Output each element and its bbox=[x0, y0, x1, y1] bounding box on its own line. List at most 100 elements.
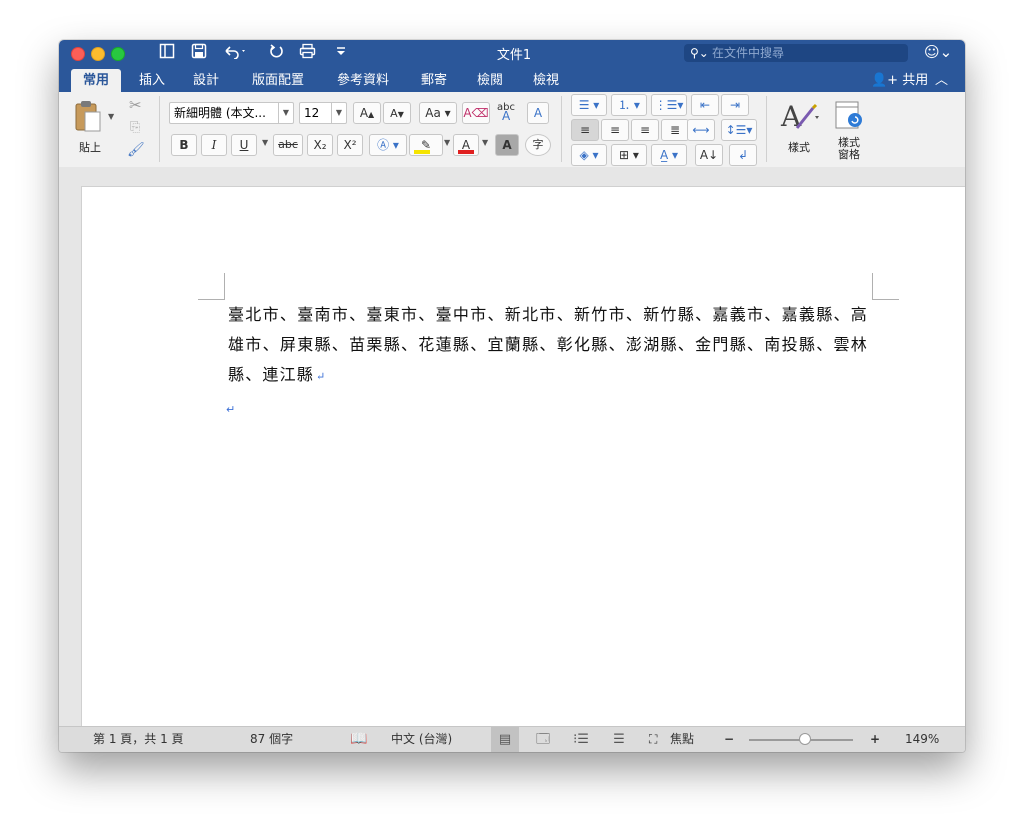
grow-font-button[interactable]: A▲ bbox=[353, 102, 381, 124]
font-size-dropdown[interactable]: 12 ▼ bbox=[299, 102, 347, 124]
customize-toolbar-icon[interactable] bbox=[335, 43, 347, 63]
multilevel-list-button[interactable]: ⋮☰▾ bbox=[651, 94, 687, 116]
tab-view[interactable]: 檢視 bbox=[523, 69, 569, 92]
clear-formatting-icon[interactable]: A⌫ bbox=[462, 102, 490, 124]
paste-options-chevron-icon[interactable]: ▼ bbox=[108, 112, 114, 121]
minimize-window-button[interactable] bbox=[91, 47, 105, 61]
zoom-percentage[interactable]: 149% bbox=[905, 727, 939, 752]
borders-button[interactable]: ⊞ ▾ bbox=[611, 144, 647, 166]
document-paragraph[interactable]: 臺北市、臺南市、臺東市、臺中市、新北市、新竹市、新竹縣、嘉義市、嘉義縣、高雄市、… bbox=[228, 300, 868, 392]
title-bar: 文件1 ⚲⌄ 在文件中搜尋 ☺⌄ 常用 插入 設計 版面配置 參考資料 郵寄 檢… bbox=[59, 40, 965, 92]
print-layout-view-icon[interactable]: ▤ bbox=[491, 727, 519, 752]
decrease-indent-button[interactable]: ⇤ bbox=[691, 94, 719, 116]
character-border-button[interactable]: A bbox=[527, 102, 549, 124]
superscript-button[interactable]: X² bbox=[337, 134, 363, 156]
document-title: 文件1 bbox=[496, 48, 532, 63]
styles-pane-button[interactable] bbox=[833, 100, 865, 132]
word-count[interactable]: 87 個字 bbox=[250, 727, 293, 752]
highlight-color-button[interactable]: ✎ bbox=[409, 134, 443, 156]
print-icon[interactable] bbox=[299, 43, 316, 63]
margin-crop-mark bbox=[872, 273, 899, 300]
search-box[interactable]: ⚲⌄ 在文件中搜尋 bbox=[684, 44, 908, 62]
redo-icon[interactable] bbox=[268, 43, 284, 63]
justify-button[interactable]: ≣ bbox=[661, 119, 689, 141]
underline-options-chevron-icon[interactable]: ▼ bbox=[262, 138, 268, 147]
align-center-button[interactable]: ≡ bbox=[601, 119, 629, 141]
save-icon[interactable] bbox=[191, 43, 207, 63]
share-label: 共用 bbox=[902, 73, 929, 88]
strikethrough-button[interactable]: abc bbox=[273, 134, 303, 156]
font-color-chevron-icon[interactable]: ▼ bbox=[482, 138, 488, 147]
web-layout-view-icon[interactable]: 🗔 bbox=[529, 727, 557, 752]
styles-label: 樣式 bbox=[788, 141, 810, 154]
sidebar-toggle-icon[interactable] bbox=[159, 43, 175, 63]
tab-design[interactable]: 設計 bbox=[183, 69, 229, 92]
format-painter-icon[interactable]: 🖌 bbox=[127, 142, 145, 158]
underline-button[interactable]: U bbox=[231, 134, 257, 156]
styles-pane-label: 樣式 窗格 bbox=[831, 137, 867, 161]
tab-layout[interactable]: 版面配置 bbox=[240, 69, 316, 92]
ribbon-home: ▼ 貼上 ✂ ⎘ 🖌 新細明體 (本文... ▼ 12 ▼ A▲ A▼ Aa ▾… bbox=[59, 92, 965, 168]
paste-button[interactable] bbox=[73, 98, 103, 134]
font-name-dropdown[interactable]: 新細明體 (本文... ▼ bbox=[169, 102, 294, 124]
focus-mode-label[interactable]: 焦點 bbox=[670, 727, 694, 752]
document-canvas: 臺北市、臺南市、臺東市、臺中市、新北市、新竹市、新竹縣、嘉義市、嘉義縣、高雄市、… bbox=[59, 167, 965, 727]
zoom-out-button[interactable]: − bbox=[724, 727, 734, 752]
line-spacing-button[interactable]: ↕☰▾ bbox=[721, 119, 757, 141]
shading-button[interactable]: ◈ ▾ bbox=[571, 144, 607, 166]
page-count[interactable]: 第 1 頁，共 1 頁 bbox=[93, 727, 184, 752]
collapse-ribbon-chevron-icon[interactable]: ︿ bbox=[935, 69, 948, 92]
proofing-icon[interactable]: 📖 bbox=[350, 727, 367, 752]
align-right-button[interactable]: ≡ bbox=[631, 119, 659, 141]
font-name-value: 新細明體 (本文... bbox=[174, 106, 266, 120]
shrink-font-button[interactable]: A▼ bbox=[383, 102, 411, 124]
copy-icon[interactable]: ⎘ bbox=[130, 120, 140, 135]
enclose-characters-button[interactable]: 字 bbox=[525, 134, 551, 156]
show-marks-button[interactable]: ↲ bbox=[729, 144, 757, 166]
phonetic-abc-icon[interactable]: abc A bbox=[497, 102, 515, 127]
italic-button[interactable]: I bbox=[201, 134, 227, 156]
focus-mode-icon[interactable]: ⛶ bbox=[649, 727, 657, 752]
chevron-down-icon: ▼ bbox=[331, 103, 346, 123]
feedback-smiley-icon[interactable]: ☺⌄ bbox=[924, 43, 952, 61]
styles-gallery-button[interactable]: A bbox=[779, 98, 819, 134]
language-indicator[interactable]: 中文 (台灣) bbox=[391, 727, 452, 752]
outline-view-icon[interactable]: ⁝☰ bbox=[567, 727, 595, 752]
subscript-button[interactable]: X₂ bbox=[307, 134, 333, 156]
distributed-button[interactable]: ⟷ bbox=[687, 119, 715, 141]
cut-icon[interactable]: ✂ bbox=[129, 96, 142, 114]
ribbon-separator bbox=[766, 96, 767, 162]
tab-home[interactable]: 常用 bbox=[71, 69, 121, 92]
numbering-button[interactable]: ⒈ ▾ bbox=[611, 94, 647, 116]
bold-button[interactable]: B bbox=[171, 134, 197, 156]
empty-paragraph-mark-icon[interactable]: ↵ bbox=[226, 403, 235, 416]
highlight-color-swatch bbox=[414, 150, 430, 154]
share-button[interactable]: 👤+ 共用 bbox=[871, 69, 928, 92]
zoom-in-button[interactable]: + bbox=[870, 727, 880, 752]
paste-label: 貼上 bbox=[79, 141, 101, 154]
sort-button[interactable]: A↓ bbox=[695, 144, 723, 166]
tab-references[interactable]: 參考資料 bbox=[325, 69, 401, 92]
chevron-down-icon: ▼ bbox=[278, 103, 293, 123]
character-shading-button[interactable]: A bbox=[495, 134, 519, 156]
search-icon: ⚲⌄ bbox=[690, 46, 709, 60]
increase-indent-button[interactable]: ⇥ bbox=[721, 94, 749, 116]
asian-layout-button[interactable]: A̲ ▾ bbox=[651, 144, 687, 166]
zoom-window-button[interactable] bbox=[111, 47, 125, 61]
undo-icon[interactable] bbox=[222, 43, 248, 63]
font-color-button[interactable]: A bbox=[453, 134, 479, 156]
close-window-button[interactable] bbox=[71, 47, 85, 61]
bullets-button[interactable]: ☰ ▾ bbox=[571, 94, 607, 116]
document-page[interactable]: 臺北市、臺南市、臺東市、臺中市、新北市、新竹市、新竹縣、嘉義市、嘉義縣、高雄市、… bbox=[81, 186, 965, 727]
change-case-button[interactable]: Aa ▾ bbox=[419, 102, 457, 124]
tab-review[interactable]: 檢閱 bbox=[467, 69, 513, 92]
highlight-chevron-icon[interactable]: ▼ bbox=[444, 138, 450, 147]
word-window: 文件1 ⚲⌄ 在文件中搜尋 ☺⌄ 常用 插入 設計 版面配置 參考資料 郵寄 檢… bbox=[59, 40, 965, 752]
text-effects-button[interactable]: Ⓐ ▾ bbox=[369, 134, 407, 156]
add-person-icon: 👤+ bbox=[871, 73, 899, 88]
tab-insert[interactable]: 插入 bbox=[129, 69, 175, 92]
zoom-slider-knob[interactable] bbox=[799, 733, 812, 745]
draft-view-icon[interactable]: ☰ bbox=[605, 727, 633, 752]
tab-mailings[interactable]: 郵寄 bbox=[411, 69, 457, 92]
align-left-button[interactable]: ≡ bbox=[571, 119, 599, 141]
